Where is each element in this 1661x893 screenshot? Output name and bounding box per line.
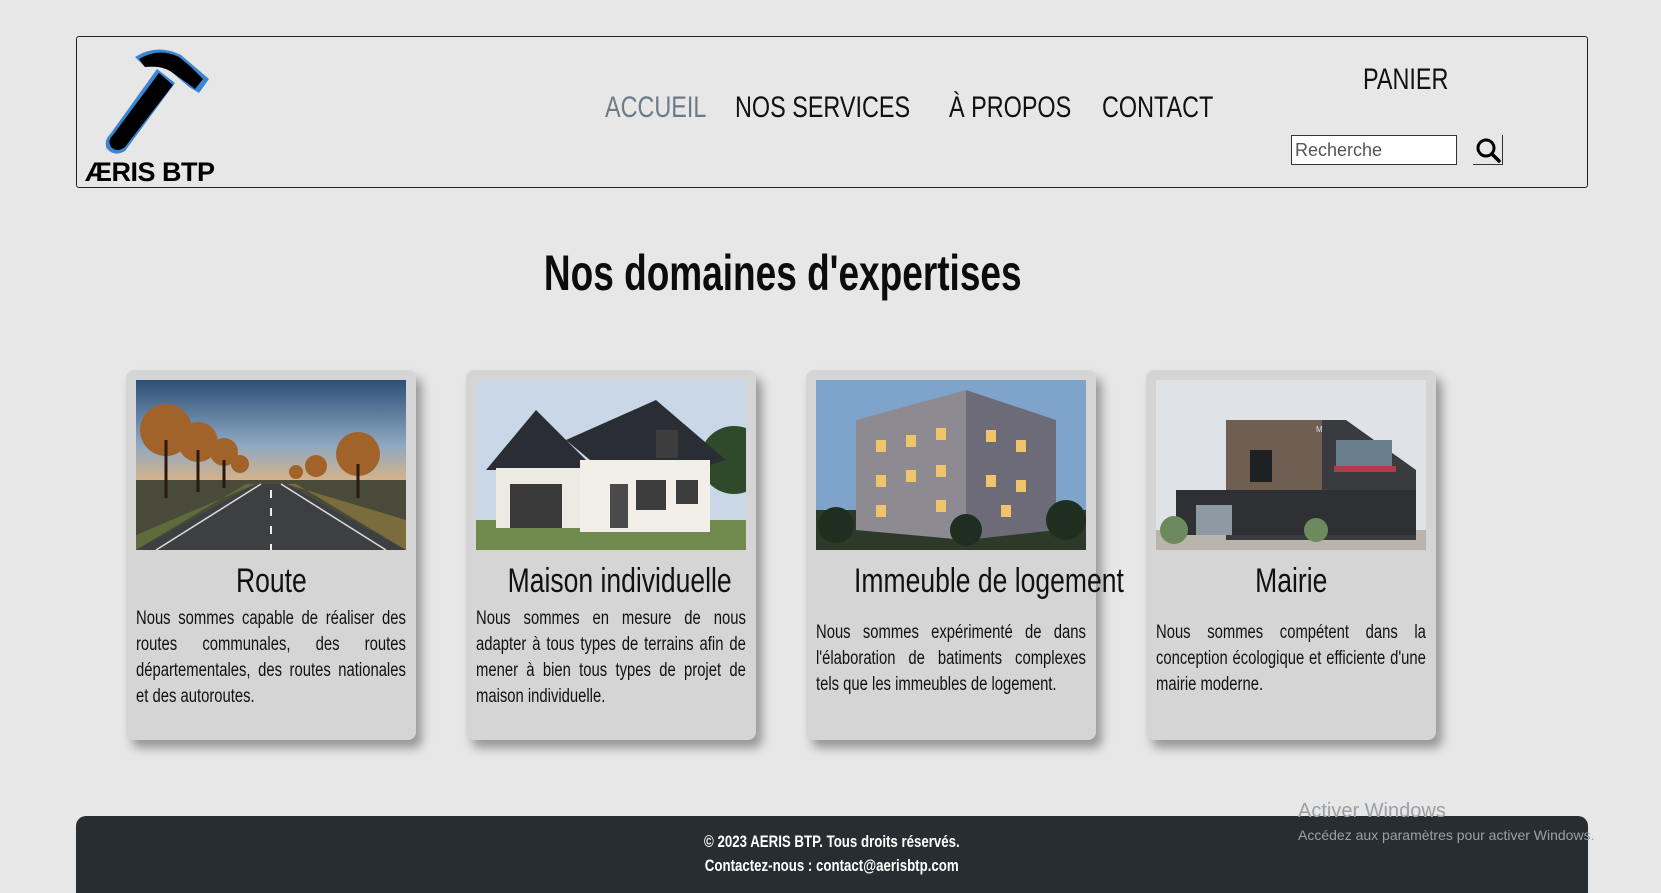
apartment-building-photo <box>816 380 1086 550</box>
card-description: Nous sommes compétent dans la conception… <box>1156 622 1426 695</box>
card-title: Route <box>136 562 406 606</box>
card-title-text: Immeuble de logement <box>854 562 1124 600</box>
road-photo <box>136 380 406 550</box>
windows-activation-watermark: Activer Windows Accédez aux paramètres p… <box>1298 800 1594 843</box>
nav-item-accueil[interactable]: ACCUEIL <box>605 91 706 125</box>
watermark-subtitle: Accédez aux paramètres pour activer Wind… <box>1298 827 1595 843</box>
card-title-text: Mairie <box>1254 562 1328 600</box>
page-title: Nos domaines d'expertises <box>0 244 1566 302</box>
card-description: Nous sommes expérimenté de dans l'élabor… <box>816 622 1086 695</box>
card-description: Nous sommes en mesure de nous adapter à … <box>476 608 746 707</box>
card-title: Maison individuelle <box>476 562 746 606</box>
mairie-photo-sign: M <box>1316 425 1323 434</box>
logo-text: ÆRIS BTP <box>85 157 215 187</box>
page-title-text: Nos domaines d'expertises <box>544 245 1022 301</box>
watermark-title: Activer Windows <box>1298 800 1446 822</box>
main-nav: ACCUEIL NOS SERVICES À PROPOS CONTACT <box>77 91 1587 135</box>
magnifier-icon <box>1476 138 1501 163</box>
card-title: Mairie <box>1156 562 1426 606</box>
card-route: Route Nous sommes capable de réaliser de… <box>126 370 416 740</box>
nav-item-nos-services[interactable]: NOS SERVICES <box>735 91 910 125</box>
site-header: ÆRIS BTP ACCUEIL NOS SERVICES À PROPOS C… <box>76 36 1588 188</box>
town-hall-photo: M <box>1156 380 1426 550</box>
cart-link[interactable]: PANIER <box>1363 63 1448 97</box>
card-maison: Maison individuelle Nous sommes en mesur… <box>466 370 756 740</box>
card-description: Nous sommes capable de réaliser des rout… <box>136 608 406 707</box>
nav-item-a-propos[interactable]: À PROPOS <box>949 91 1071 125</box>
card-title: Immeuble de logement <box>816 562 1124 606</box>
footer-copyright: © 2023 AERIS BTP. Tous droits réservés. <box>704 832 960 851</box>
card-mairie: M Mairie Nous sommes compétent dans la c… <box>1146 370 1436 740</box>
card-immeuble: Immeuble de logement Nous sommes expérim… <box>806 370 1124 740</box>
search-button[interactable] <box>1473 135 1503 165</box>
nav-item-contact[interactable]: CONTACT <box>1102 91 1213 125</box>
footer-contact[interactable]: Contactez-nous : contact@aerisbtp.com <box>705 854 959 878</box>
card-title-text: Route <box>235 562 307 600</box>
search-input[interactable] <box>1291 135 1457 165</box>
house-photo <box>476 380 746 550</box>
card-title-text: Maison individuelle <box>507 562 732 600</box>
